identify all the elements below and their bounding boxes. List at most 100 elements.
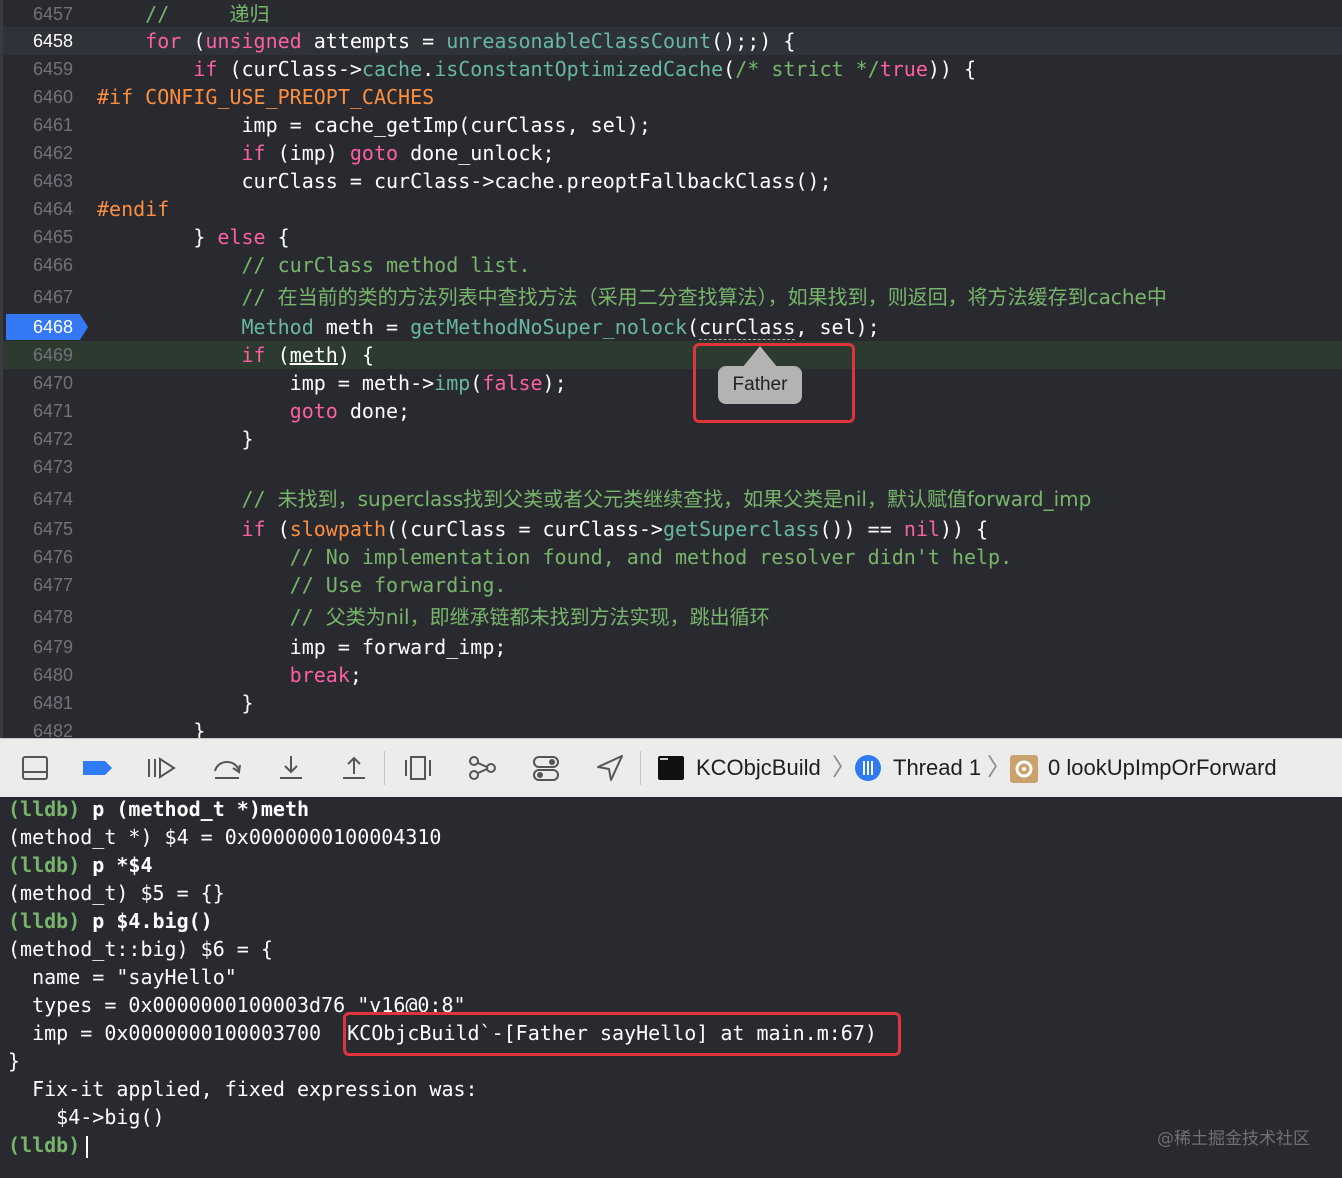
code-line[interactable]: 6463 curClass = curClass->cache.preoptFa… xyxy=(3,167,1342,195)
line-number[interactable]: 6474 xyxy=(3,485,73,513)
simulate-location-icon[interactable] xyxy=(595,753,625,783)
code-text: // 父类为nil，即继承链都未找到方法实现，跳出循环 xyxy=(289,605,770,629)
code-text: if (imp) goto done_unlock; xyxy=(241,141,555,165)
code-line[interactable]: 6466 // curClass method list. xyxy=(3,251,1342,279)
code-line[interactable]: 6468 Method meth = getMethodNoSuper_nolo… xyxy=(3,313,1342,341)
code-line[interactable]: 6474 // 未找到，superclass找到父类或者父元类继续查找，如果父类… xyxy=(3,485,1342,513)
line-number[interactable]: 6460 xyxy=(3,83,73,111)
hide-debug-area-icon[interactable] xyxy=(20,753,50,783)
line-number[interactable]: 6464 xyxy=(3,195,73,223)
code-line[interactable]: 6470 imp = meth->imp(false); xyxy=(3,369,1342,397)
code-text: imp = forward_imp; xyxy=(97,635,507,659)
code-line[interactable]: 6482 } xyxy=(3,717,1342,738)
code-line[interactable]: 6473 xyxy=(3,453,1342,481)
line-number[interactable]: 6472 xyxy=(3,425,73,453)
code-line[interactable]: 6465 } else { xyxy=(3,223,1342,251)
code-line[interactable]: 6460 #if CONFIG_USE_PREOPT_CACHES xyxy=(3,83,1342,111)
line-number[interactable]: 6476 xyxy=(3,543,73,571)
line-number[interactable]: 6466 xyxy=(3,251,73,279)
line-number[interactable]: 6470 xyxy=(3,369,73,397)
code-line[interactable]: 6458 for (unsigned attempts = unreasonab… xyxy=(3,27,1342,55)
code-text: // No implementation found, and method r… xyxy=(289,545,1013,569)
code-line[interactable]: 6459 if (curClass->cache.isConstantOptim… xyxy=(3,55,1342,83)
toolbar-separator xyxy=(640,751,641,785)
code-text: #endif xyxy=(97,197,170,221)
line-number[interactable]: 6478 xyxy=(3,603,73,631)
code-text: } xyxy=(97,691,254,715)
breadcrumb-target[interactable]: KCObjcBuild xyxy=(696,753,821,783)
code-line[interactable]: 6467 // 在当前的类的方法列表中查找方法（采用二分查找算法），如果找到，则… xyxy=(3,283,1342,311)
code-line[interactable]: 6480 break; xyxy=(3,661,1342,689)
lldb-prompt: (lldb) xyxy=(8,797,81,821)
console-command-line: (lldb) p $4.big() xyxy=(8,907,213,935)
view-debugger-icon[interactable] xyxy=(403,753,433,783)
line-number[interactable]: 6475 xyxy=(3,515,73,543)
code-text: break; xyxy=(289,663,362,687)
console-output-line: (method_t::big) $6 = { xyxy=(8,937,273,961)
console-output-line: Fix-it applied, fixed expression was: xyxy=(8,1077,478,1101)
breadcrumb-chevron-icon: 〉 xyxy=(987,754,1011,781)
memory-graph-icon[interactable] xyxy=(467,753,497,783)
line-number[interactable]: 6463 xyxy=(3,167,73,195)
code-text: if (curClass->cache.isConstantOptimizedC… xyxy=(193,57,977,81)
toolbar-separator xyxy=(384,751,385,785)
environment-overrides-icon[interactable] xyxy=(531,753,561,783)
console-command-line: (lldb) xyxy=(8,1131,89,1159)
line-number[interactable]: 6479 xyxy=(3,633,73,661)
code-line[interactable]: 6461 imp = cache_getImp(curClass, sel); xyxy=(3,111,1342,139)
code-line[interactable]: 6471 goto done; xyxy=(3,397,1342,425)
line-number[interactable]: 6457 xyxy=(3,0,73,28)
lldb-command: p *$4 xyxy=(80,853,153,877)
lldb-console[interactable]: (lldb) p (method_t *)meth (method_t *) $4… xyxy=(0,797,1342,1178)
line-number[interactable]: 6465 xyxy=(3,223,73,251)
line-number[interactable]: 6482 xyxy=(3,717,73,738)
code-text: // 递归 xyxy=(145,2,270,26)
code-text: curClass = curClass->cache.preoptFallbac… xyxy=(97,169,832,193)
line-number[interactable]: 6462 xyxy=(3,139,73,167)
line-number[interactable]: 6480 xyxy=(3,661,73,689)
code-line[interactable]: 6479 imp = forward_imp; xyxy=(3,633,1342,661)
text-cursor[interactable] xyxy=(86,1135,89,1158)
breakpoints-toggle-icon[interactable] xyxy=(82,753,112,783)
line-number[interactable]: 6473 xyxy=(3,453,73,481)
step-over-icon[interactable] xyxy=(212,753,242,783)
code-line[interactable]: 6476 // No implementation found, and met… xyxy=(3,543,1342,571)
line-number[interactable]: 6471 xyxy=(3,397,73,425)
line-number[interactable]: 6467 xyxy=(3,283,73,311)
code-line[interactable]: 6462 if (imp) goto done_unlock; xyxy=(3,139,1342,167)
code-text: if (meth) { xyxy=(241,343,374,367)
line-number[interactable]: 6459 xyxy=(3,55,73,83)
code-line[interactable]: 6478 // 父类为nil，即继承链都未找到方法实现，跳出循环 xyxy=(3,603,1342,631)
code-line[interactable]: 6472 } xyxy=(3,425,1342,453)
code-line[interactable]: 6477 // Use forwarding. xyxy=(3,571,1342,599)
line-number[interactable]: 6458 xyxy=(3,27,73,55)
code-text: imp = meth->imp(false); xyxy=(97,371,567,395)
console-command-line: (lldb) p *$4 xyxy=(8,851,153,879)
breadcrumb-thread[interactable]: Thread 1 xyxy=(893,753,981,783)
continue-icon[interactable] xyxy=(146,753,176,783)
line-number[interactable]: 6461 xyxy=(3,111,73,139)
line-number[interactable]: 6481 xyxy=(3,689,73,717)
thread-icon xyxy=(853,753,883,783)
line-number[interactable]: 6477 xyxy=(3,571,73,599)
code-line[interactable]: 6475 if (slowpath((curClass = curClass->… xyxy=(3,515,1342,543)
code-text: // 在当前的类的方法列表中查找方法（采用二分查找算法），如果找到，则返回，将方… xyxy=(241,285,1167,309)
code-text: // Use forwarding. xyxy=(289,573,507,597)
tooltip-highlight-box xyxy=(693,343,855,423)
line-number[interactable]: 6469 xyxy=(3,341,73,369)
console-output-line: (method_t *) $4 = 0x0000000100004310 xyxy=(8,825,442,849)
code-line[interactable]: 6457 // 递归 xyxy=(3,0,1342,28)
source-editor[interactable]: 6457 // 递归 6458 for (unsigned attempts = … xyxy=(0,0,1342,738)
code-line[interactable]: 6481 } xyxy=(3,689,1342,717)
code-line[interactable]: 6464 #endif xyxy=(3,195,1342,223)
lldb-command: p $4.big() xyxy=(80,909,213,933)
code-text: imp = cache_getImp(curClass, sel); xyxy=(97,113,651,137)
breadcrumb-frame[interactable]: 0 lookUpImpOrForward xyxy=(1048,753,1277,783)
step-into-icon[interactable] xyxy=(276,753,306,783)
code-line[interactable]: 6469 if (meth) { xyxy=(3,341,1342,369)
step-out-icon[interactable] xyxy=(339,753,369,783)
lldb-prompt: (lldb) xyxy=(8,1133,81,1157)
code-text: } xyxy=(97,427,254,451)
console-output-line: (method_t) $5 = {} xyxy=(8,881,225,905)
code-text: Method meth = getMethodNoSuper_nolock(cu… xyxy=(241,315,880,340)
